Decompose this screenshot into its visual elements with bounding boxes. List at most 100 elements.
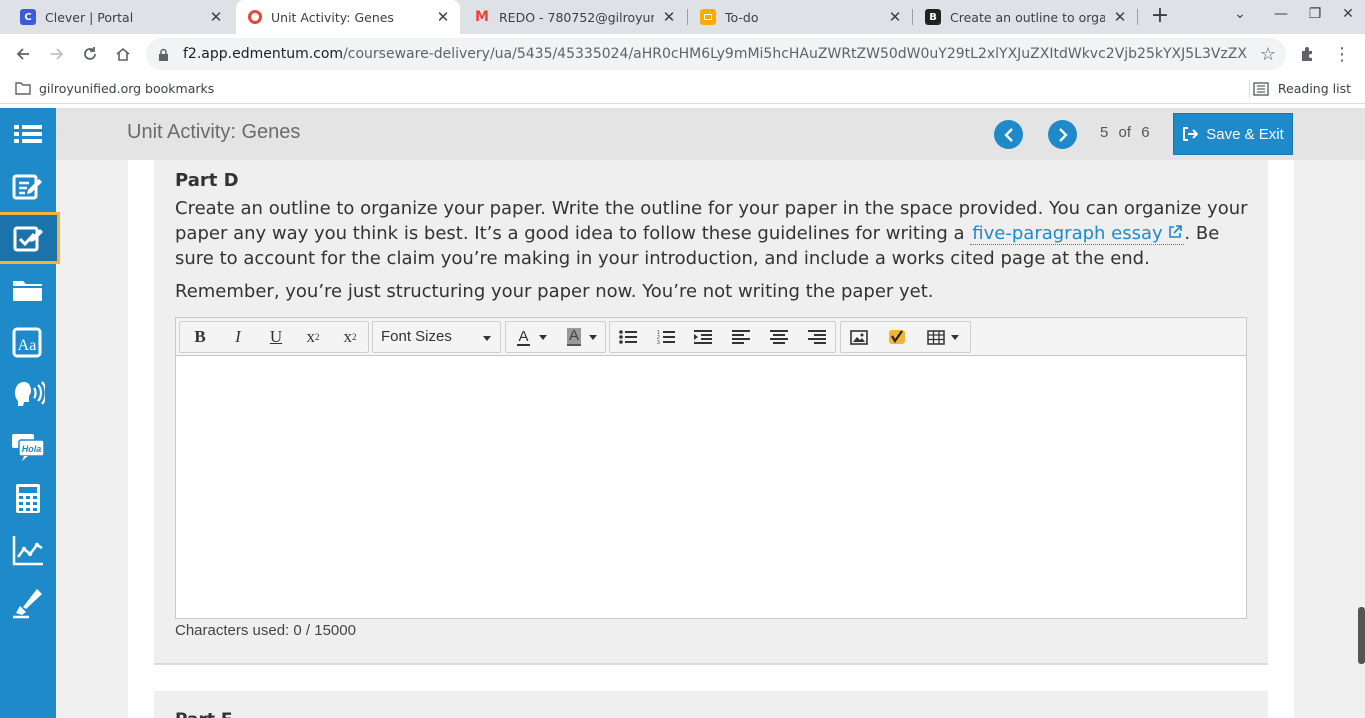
sidebar-calculator[interactable] (0, 472, 56, 524)
paragraph-group: 123 (609, 321, 836, 353)
exit-icon (1183, 127, 1199, 141)
five-paragraph-essay-link[interactable]: five-paragraph essay (970, 223, 1185, 245)
back-icon[interactable] (11, 42, 35, 66)
previous-page-button[interactable] (994, 120, 1023, 149)
link-label: five-paragraph essay (972, 223, 1163, 244)
insert-equation-button[interactable] (879, 322, 915, 352)
bold-button[interactable]: B (182, 322, 218, 352)
bullet-list-icon (619, 330, 637, 344)
align-center-button[interactable] (761, 322, 797, 352)
close-icon[interactable]: ✕ (1111, 8, 1129, 26)
sidebar-text-to-speech[interactable] (0, 368, 56, 420)
indent-button[interactable] (685, 322, 721, 352)
align-left-icon (732, 330, 750, 344)
page-current: 5 (1100, 124, 1109, 141)
numbered-list-button[interactable]: 123 (648, 322, 684, 352)
outline-editor: B I U x2 x2 Font Sizes A A 1 2 3 (175, 317, 1247, 619)
url-text[interactable]: f2.app.edmentum.com/courseware-delivery/… (183, 46, 1248, 62)
lock-icon[interactable] (158, 47, 169, 66)
sidebar-dictionary[interactable]: Aa (0, 316, 56, 368)
forward-icon[interactable] (45, 42, 69, 66)
classroom-icon (700, 9, 716, 25)
page-total: 6 (1141, 124, 1150, 141)
text-color-button[interactable]: A (508, 322, 556, 352)
bookmark-star-icon[interactable]: ☆ (1260, 44, 1276, 65)
tab-to-do[interactable]: To-do ✕ (688, 0, 912, 34)
part-title: Part D (175, 170, 239, 191)
page-indicator: 5 of 6 (1100, 124, 1150, 141)
extensions-icon[interactable] (1296, 42, 1320, 66)
save-exit-button[interactable]: Save & Exit (1173, 113, 1293, 155)
page-scrollbar[interactable] (1358, 607, 1365, 664)
insert-table-button[interactable] (917, 322, 969, 352)
tab-unit-activity-genes[interactable]: Unit Activity: Genes ✕ (236, 0, 460, 34)
superscript-button[interactable]: x2 (295, 322, 331, 352)
reading-list-button[interactable]: Reading list (1253, 81, 1351, 96)
tab-search-icon[interactable]: ⌄ (1229, 6, 1251, 22)
part-e-title: Part E (175, 710, 233, 718)
translate-icon: Hola (12, 434, 45, 461)
color-group: A A (505, 321, 606, 353)
sidebar-highlighter[interactable] (0, 576, 56, 628)
new-tab-button[interactable]: + (1149, 5, 1171, 27)
folder-icon (13, 281, 42, 301)
tab-brainly[interactable]: B Create an outline to organize ✕ (913, 0, 1137, 34)
assignment-icon (13, 226, 43, 252)
bullet-list-button[interactable] (610, 322, 646, 352)
graph-icon (12, 536, 43, 566)
underline-button[interactable]: U (258, 322, 294, 352)
edmentum-icon (248, 10, 262, 24)
tab-gmail-redo[interactable]: M REDO - 780752@gilroyunified ✕ (462, 0, 686, 34)
gmail-icon: M (475, 9, 489, 25)
editor-toolbar: B I U x2 x2 Font Sizes A A 1 2 3 (176, 318, 1246, 356)
font-sizes-dropdown[interactable]: Font Sizes (372, 321, 501, 353)
next-page-button[interactable] (1048, 120, 1077, 149)
activity-title: Unit Activity: Genes (127, 121, 301, 143)
minimize-icon[interactable]: — (1270, 6, 1292, 22)
background-color-button[interactable]: A (558, 322, 606, 352)
brainly-icon: B (925, 9, 941, 25)
address-bar[interactable]: f2.app.edmentum.com/courseware-delivery/… (146, 38, 1286, 70)
restore-icon[interactable]: ❐ (1304, 6, 1326, 22)
outline-text-area[interactable] (176, 356, 1246, 618)
character-count: Characters used: 0 / 15000 (175, 622, 356, 639)
external-link-icon (1169, 225, 1183, 238)
close-icon[interactable]: ✕ (886, 8, 904, 26)
highlighter-icon (13, 589, 42, 619)
text-to-speech-icon (15, 381, 45, 406)
sidebar-notes[interactable] (0, 160, 56, 212)
svg-text:3: 3 (657, 340, 660, 345)
notes-icon (12, 174, 42, 200)
caret-down-icon (951, 334, 959, 340)
italic-button[interactable]: I (220, 322, 256, 352)
reading-list-label: Reading list (1277, 81, 1351, 96)
tool-sidebar: Aa Hola (0, 108, 60, 718)
activity-content: Part D Create an outline to organize you… (128, 160, 1294, 718)
bookmark-folder[interactable]: gilroyunified.org bookmarks (15, 81, 214, 96)
close-icon[interactable]: ✕ (434, 8, 452, 26)
subscript-button[interactable]: x2 (332, 322, 368, 352)
close-icon[interactable]: ✕ (207, 8, 225, 26)
align-right-button[interactable] (799, 322, 835, 352)
tab-clever-portal[interactable]: C Clever | Portal ✕ (8, 0, 233, 34)
sidebar-assignment[interactable] (0, 212, 60, 264)
close-window-icon[interactable]: ✕ (1337, 6, 1359, 22)
sidebar-translate[interactable]: Hola (0, 420, 56, 472)
menu-icon[interactable]: ⋮ (1330, 42, 1354, 66)
home-icon[interactable] (111, 42, 135, 66)
insert-image-button[interactable] (841, 322, 877, 352)
svg-text:Hola: Hola (22, 444, 42, 454)
part-prompt: Create an outline to organize your paper… (175, 196, 1250, 271)
sidebar-folder[interactable] (0, 264, 56, 316)
text-color-icon: A (517, 327, 530, 346)
sidebar-table-of-contents[interactable] (0, 108, 56, 160)
part-reminder: Remember, you’re just structuring your p… (175, 281, 934, 302)
activity-header: Unit Activity: Genes 5 of 6 Save & Exit (56, 108, 1365, 160)
caret-down-icon (589, 334, 597, 340)
clever-icon: C (20, 9, 36, 25)
align-left-button[interactable] (723, 322, 759, 352)
sidebar-graph[interactable] (0, 524, 56, 576)
reload-icon[interactable] (78, 42, 102, 66)
close-icon[interactable]: ✕ (660, 8, 678, 26)
tab-title: REDO - 780752@gilroyunified (499, 9, 654, 25)
